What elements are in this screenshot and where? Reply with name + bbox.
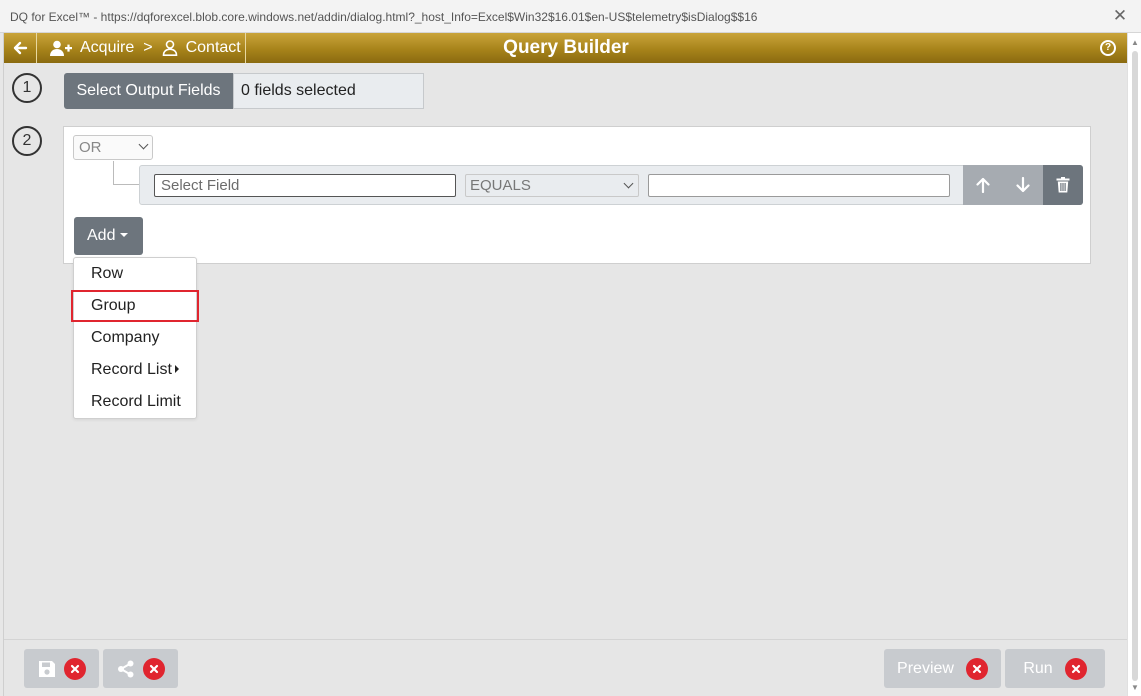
breadcrumb: Acquire > Contact [38,33,246,63]
step-1-badge: 1 [12,73,42,103]
breadcrumb-separator: > [143,39,153,56]
breadcrumb-contact: Contact [185,39,241,56]
trash-icon [1056,177,1070,193]
menu-item-record-limit[interactable]: Record Limit [74,386,196,418]
tree-connector [113,184,139,185]
value-input[interactable] [648,174,950,197]
cancel-x-icon [1064,657,1087,680]
dialog-frame: Acquire > Contact Query Builder ? 1 Sele… [3,33,1128,696]
fields-selected-status: 0 fields selected [233,73,424,109]
scroll-up-icon[interactable]: ▲ [1131,38,1139,47]
menu-item-group[interactable]: Group [71,290,199,322]
save-button[interactable] [24,649,99,688]
caret-right-icon [174,364,179,373]
cancel-x-icon [142,657,165,680]
window-title: DQ for Excel™ - https://dqforexcel.blob.… [10,10,758,24]
logic-operator-select[interactable]: OR [73,135,153,160]
caret-down-icon [120,232,129,237]
logic-operator-value: OR [79,139,102,156]
operator-value: EQUALS [470,177,531,194]
chevron-down-icon [623,178,634,189]
header-bar: Acquire > Contact Query Builder ? [4,33,1128,63]
vertical-scrollbar[interactable]: ▲ ▼ [1127,33,1141,696]
preview-label: Preview [897,659,954,677]
share-icon [117,660,133,677]
select-field-input[interactable]: Select Field [154,174,456,197]
arrow-up-icon [976,177,990,193]
user-icon [162,40,177,56]
arrow-down-icon [1016,177,1030,193]
run-button[interactable]: Run [1005,649,1105,688]
step-2-badge: 2 [12,126,42,156]
add-dropdown-button[interactable]: Add [74,217,143,255]
cancel-x-icon [63,657,86,680]
user-plus-icon [50,40,72,56]
menu-item-row[interactable]: Row [74,258,196,290]
run-label: Run [1023,659,1053,677]
footer-bar: Preview Run [4,639,1128,696]
delete-row-button[interactable] [1043,165,1083,205]
query-panel: OR Select Field EQUALS Add [63,126,1091,264]
tree-connector [113,161,114,185]
window-titlebar: DQ for Excel™ - https://dqforexcel.blob.… [0,0,1141,33]
back-button[interactable] [4,33,37,63]
select-output-fields-button[interactable]: Select Output Fields [64,73,233,109]
breadcrumb-acquire[interactable]: Acquire [80,39,134,57]
menu-item-company[interactable]: Company [74,322,196,354]
scroll-down-icon[interactable]: ▼ [1131,683,1139,692]
scrollbar-thumb[interactable] [1132,51,1138,681]
add-dropdown-menu: Row Group Company Record List Record Lim… [71,257,199,419]
save-icon [38,660,55,677]
add-label: Add [87,227,116,244]
move-down-button[interactable] [1003,165,1043,205]
menu-item-record-list[interactable]: Record List [74,354,196,386]
arrow-left-icon [13,41,28,55]
condition-row: Select Field EQUALS [139,165,1083,205]
preview-button[interactable]: Preview [884,649,1001,688]
chevron-down-icon [138,139,149,150]
share-button[interactable] [103,649,178,688]
menu-item-record-list-label: Record List [91,361,172,378]
close-window-button[interactable]: ✕ [1109,5,1131,27]
operator-select[interactable]: EQUALS [465,174,639,197]
cancel-x-icon [965,657,988,680]
help-icon[interactable]: ? [1100,40,1116,56]
move-up-button[interactable] [963,165,1003,205]
